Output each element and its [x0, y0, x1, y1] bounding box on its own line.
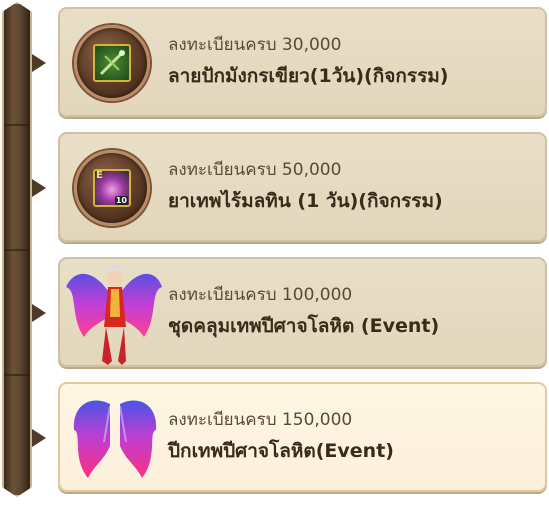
- requirement-label: ลงทะเบียนครบ 30,000: [168, 35, 342, 55]
- reward-icon-frame: [74, 25, 150, 101]
- requirement-label: ลงทะเบียนครบ 50,000: [168, 160, 342, 180]
- reward-name: ลายปักมังกรเขียว(1วัน)(กิจกรรม): [168, 65, 449, 87]
- reward-name: ปีกเทพปีศาจโลหิต(Event): [168, 440, 394, 462]
- timeline-rail: [2, 2, 32, 497]
- winged-costume-icon: [66, 266, 162, 365]
- requirement-label: ลงทะเบียนครบ 150,000: [168, 410, 353, 430]
- reward-card-30000: ลงทะเบียนครบ 30,000 ลายปักมังกรเขียว(1วั…: [58, 7, 547, 117]
- requirement-label: ลงทะเบียนครบ 100,000: [168, 285, 353, 305]
- timeline-arrow: [32, 179, 46, 197]
- item-count: 10: [114, 196, 128, 205]
- reward-card-100000: ลงทะเบียนครบ 100,000 ชุดคลุมเทพปีศาจโลหิ…: [58, 257, 547, 367]
- jade-dragon-embroidery-icon: [93, 44, 131, 82]
- reward-card-50000: E 10 ลงทะเบียนครบ 50,000 ยาเทพไร้มลทิน (…: [58, 132, 547, 242]
- timeline-arrow: [32, 54, 46, 72]
- potion-icon: E 10: [93, 169, 131, 207]
- timeline-arrow: [32, 304, 46, 322]
- reward-icon-frame: E 10: [74, 150, 150, 226]
- event-tag: E: [96, 170, 103, 181]
- reward-name: ชุดคลุมเทพปีศาจโลหิต (Event): [168, 315, 440, 337]
- reward-card-150000: ลงทะเบียนครบ 150,000 ปีกเทพปีศาจโลหิต(Ev…: [58, 382, 547, 492]
- crimson-wings-icon: [73, 400, 157, 478]
- reward-name: ยาเทพไร้มลทิน (1 วัน)(กิจกรรม): [168, 190, 443, 212]
- timeline-arrow: [32, 429, 46, 447]
